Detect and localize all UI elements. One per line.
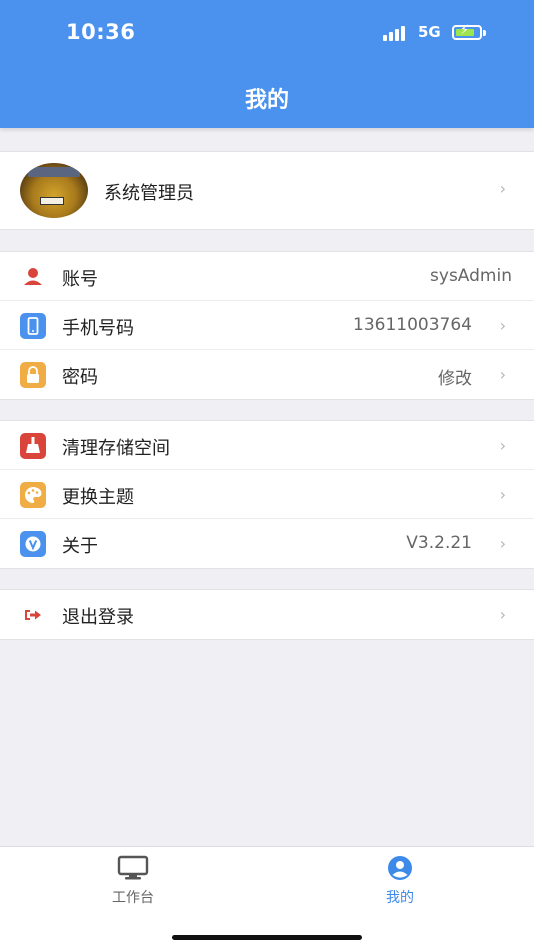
chevron-right-icon: › [499,534,506,553]
settings-group: 清理存储空间 › 更换主题 › 关于 V3.2.21 › [0,420,534,569]
status-bar: 10:36 5G ⚡ [0,0,534,64]
chevron-right-icon: › [499,485,506,504]
account-value: sysAdmin [430,266,512,286]
broom-icon [20,433,46,459]
account-group: 账号 sysAdmin 手机号码 13611003764 › 密码 修改 › [0,251,534,400]
theme-row[interactable]: 更换主题 › [0,470,534,519]
tab-mine[interactable]: 我的 [340,855,460,907]
password-row[interactable]: 密码 修改 › [0,350,534,399]
tab-workbench[interactable]: 工作台 [73,855,193,907]
profile-row[interactable]: 系统管理员 › [0,152,534,229]
home-indicator[interactable] [172,935,362,940]
phone-value: 13611003764 [353,315,472,335]
about-label: 关于 [62,536,98,557]
tab-workbench-label: 工作台 [112,890,154,906]
chevron-right-icon: › [499,436,506,455]
page-title: 我的 [244,88,289,113]
chevron-right-icon: › [499,316,506,335]
password-label: 密码 [62,367,98,388]
chevron-right-icon: › [499,605,506,624]
network-type: 5G [418,23,441,41]
palette-icon [20,482,46,508]
logout-row[interactable]: 退出登录 › [0,590,534,639]
phone-row[interactable]: 手机号码 13611003764 › [0,301,534,350]
chevron-right-icon: › [499,365,506,384]
status-time: 10:36 [66,20,136,44]
profile-name: 系统管理员 [104,183,194,204]
phone-icon [20,313,46,339]
monitor-icon [117,855,149,880]
clear-storage-label: 清理存储空间 [62,438,170,459]
profile-section: 系统管理员 › [0,151,534,230]
logout-icon [20,602,46,628]
user-icon [20,264,46,290]
avatar[interactable] [20,163,88,218]
phone-label: 手机号码 [62,318,134,339]
account-label: 账号 [62,269,98,290]
version-value: V3.2.21 [406,533,472,553]
about-icon [20,531,46,557]
about-row[interactable]: 关于 V3.2.21 › [0,519,534,568]
app-header: 10:36 5G ⚡ 我的 [0,0,534,128]
logout-label: 退出登录 [62,607,134,628]
theme-label: 更换主题 [62,487,134,508]
logout-group: 退出登录 › [0,589,534,640]
account-row[interactable]: 账号 sysAdmin [0,252,534,301]
password-value: 修改 [438,369,472,389]
battery-icon: ⚡ [452,23,486,40]
clear-storage-row[interactable]: 清理存储空间 › [0,421,534,470]
signal-icon [383,25,411,41]
user-circle-icon [388,856,412,880]
lock-icon [20,362,46,388]
chevron-right-icon: › [499,179,506,198]
tab-mine-label: 我的 [386,890,414,906]
